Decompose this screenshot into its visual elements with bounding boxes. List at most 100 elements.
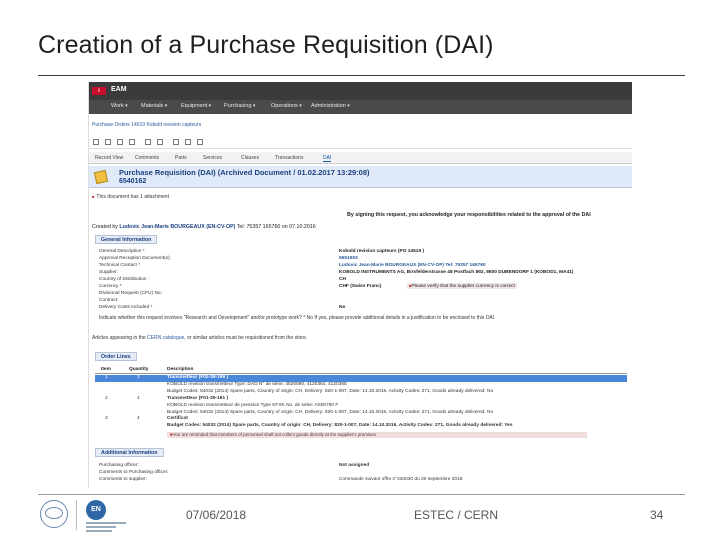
creator-name[interactable]: Ludovic Jean-Marie BOURGEAUX (EN-CV-OP)	[119, 224, 235, 230]
general-info-heading[interactable]: General Information	[95, 235, 158, 244]
line-budget: Budget Codes: 54032 (2014) Spare parts, …	[167, 389, 494, 394]
menu-administration[interactable]: Administration	[311, 103, 350, 109]
field-value: CH	[339, 277, 346, 282]
footer-organization: ESTEC / CERN	[414, 508, 499, 522]
column-quantity: Quantity	[129, 367, 149, 372]
field-label: General Description *	[99, 249, 145, 254]
tab-services[interactable]: Services	[203, 155, 222, 161]
order-line-row[interactable]: 1 3 Transmetteur (F02-39-199 )	[95, 375, 627, 382]
tab-clauses[interactable]: Clauses	[241, 155, 259, 161]
order-line-details: KOBOLD revision transmetteur Type: DAD N…	[95, 382, 627, 396]
field-label: Country of Distribution :	[99, 277, 150, 282]
new-record-icon[interactable]	[105, 139, 111, 145]
cern-catalogue-link[interactable]: CERN catalogue	[147, 335, 184, 341]
slide-title: Creation of a Purchase Requisition (DAI)	[38, 31, 494, 59]
save-icon[interactable]	[129, 139, 135, 145]
field-value: Kobold revision capteurs (PO 14519 )	[339, 249, 425, 254]
field-label: Approval Reception Document(s):	[99, 256, 171, 261]
archive-icon	[93, 169, 109, 185]
line-quantity: 4	[137, 416, 140, 421]
tab-transactions[interactable]: Transactions	[275, 155, 303, 161]
field-label: Comments to supplier:	[99, 477, 147, 482]
field-label: Divisional Request (CFU) No:	[99, 291, 162, 296]
infor-logo-icon: i	[92, 87, 106, 95]
app-name: EAM	[111, 86, 127, 93]
attachment-note[interactable]: This document has 1 attachment	[92, 194, 169, 200]
app-bar: i EAM	[89, 82, 632, 100]
document-number: 6540162	[119, 178, 147, 185]
title-divider	[38, 75, 685, 76]
field-label: Contract:	[99, 298, 119, 303]
field-value: CHF (Swiss Franc)	[339, 284, 382, 289]
help-icon[interactable]	[197, 139, 203, 145]
line-quantity: 1	[137, 396, 140, 401]
previous-icon[interactable]	[145, 139, 151, 145]
menu-operations[interactable]: Operations	[271, 103, 302, 109]
creator-details: Tel: 75357 165760 on 07.10.2016	[236, 224, 316, 230]
line-description: KOBOLD revision transmetteur de pression…	[167, 403, 339, 408]
tab-comments[interactable]: Comments	[135, 155, 159, 161]
next-icon[interactable]	[157, 139, 163, 145]
copy-icon[interactable]	[117, 139, 123, 145]
line-item: 3	[105, 416, 108, 421]
eam-screenshot: i EAM Work Materials Equipment Purchasin…	[88, 82, 632, 488]
field-value: Not assigned	[339, 463, 370, 468]
currency-warning: Please verify that the supplier currency…	[407, 283, 517, 289]
page-number: 34	[650, 508, 664, 522]
main-menu: Work Materials Equipment Purchasing Oper…	[89, 100, 632, 114]
line-description: KOBOLD revision transmetteur Type: DAD N…	[167, 382, 347, 387]
footer-date: 07/06/2018	[186, 508, 247, 522]
line-title: Certificat	[167, 416, 188, 421]
line-quantity: 3	[137, 375, 140, 380]
toolbar	[89, 135, 632, 149]
articles-note: Articles appearing in the CERN catalogue…	[92, 335, 307, 341]
field-label: Delivery Costs included *	[99, 305, 153, 310]
menu-work[interactable]: Work	[111, 103, 128, 109]
column-description: Description	[167, 367, 194, 372]
created-by-label: Created by	[92, 224, 118, 230]
refresh-icon[interactable]	[173, 139, 179, 145]
breadcrumb[interactable]: Purchase Orders 14519 Kobold revision ca…	[92, 122, 201, 128]
collection-reminder: You are reminded that members of personn…	[167, 432, 587, 438]
field-value-link[interactable]: 6551553	[339, 256, 358, 261]
document-title: Purchase Requisition (DAI) (Archived Doc…	[119, 168, 370, 177]
order-lines-header: Item Quantity Description	[95, 365, 627, 374]
en-logo-caption	[86, 522, 126, 532]
created-by: Created by Ludovic Jean-Marie BOURGEAUX …	[92, 224, 316, 230]
line-title: Transmetteur (F02-39-199 )	[167, 375, 229, 380]
tab-dai[interactable]: DAI	[323, 155, 332, 162]
field-label: Supplier:	[99, 270, 118, 275]
articles-note-before: Articles appearing in the	[92, 335, 146, 341]
field-value: Commande suivant offre n°234030 du 20 se…	[339, 477, 463, 482]
tab-parts[interactable]: Parts	[175, 155, 187, 161]
order-line-spacer	[95, 423, 155, 430]
menu-purchasing[interactable]: Purchasing	[224, 103, 255, 109]
record-tabs: Record View Comments Parts Services Clau…	[89, 152, 632, 164]
field-label: Purchasing officer:	[99, 463, 139, 468]
rd-question: Indicate whether this request involves "…	[99, 315, 495, 321]
field-label: Technical Contact *	[99, 263, 141, 268]
order-lines-heading[interactable]: Order Lines	[95, 352, 137, 361]
column-item: Item	[101, 367, 111, 372]
document-header: Purchase Requisition (DAI) (Archived Doc…	[89, 166, 632, 188]
field-value: No	[339, 305, 346, 310]
field-label: Currency *	[99, 284, 122, 289]
back-icon[interactable]	[93, 139, 99, 145]
additional-info-heading[interactable]: Additional Information	[95, 448, 164, 457]
cern-logo-icon	[40, 500, 68, 528]
footer-divider	[38, 494, 685, 495]
tab-record-view[interactable]: Record View	[95, 155, 123, 161]
en-department-logo-icon: EN	[86, 500, 106, 520]
field-label: Comments to Purchasing officer:	[99, 470, 169, 475]
order-line-row[interactable]: 2 1 Transmetteur (F01-39-181 ) KOBOLD re…	[95, 396, 627, 417]
line-title: Transmetteur (F01-39-181 )	[167, 396, 229, 401]
menu-materials[interactable]: Materials	[141, 103, 167, 109]
field-value: KOBOLD INSTRUMENTS AG, Birsfelderstrasse…	[339, 270, 574, 275]
logo-divider	[76, 500, 77, 530]
line-budget: Budget Codes: 54032 (2014) Spare parts, …	[167, 423, 513, 428]
line-item: 2	[105, 396, 108, 401]
menu-equipment[interactable]: Equipment	[181, 103, 211, 109]
print-icon[interactable]	[185, 139, 191, 145]
articles-note-after: , or similar articles must be requisitio…	[184, 335, 308, 341]
field-value-link[interactable]: Ludovic Jean-Marie BOURGEAUX (EN-CV-OP) …	[339, 263, 486, 268]
